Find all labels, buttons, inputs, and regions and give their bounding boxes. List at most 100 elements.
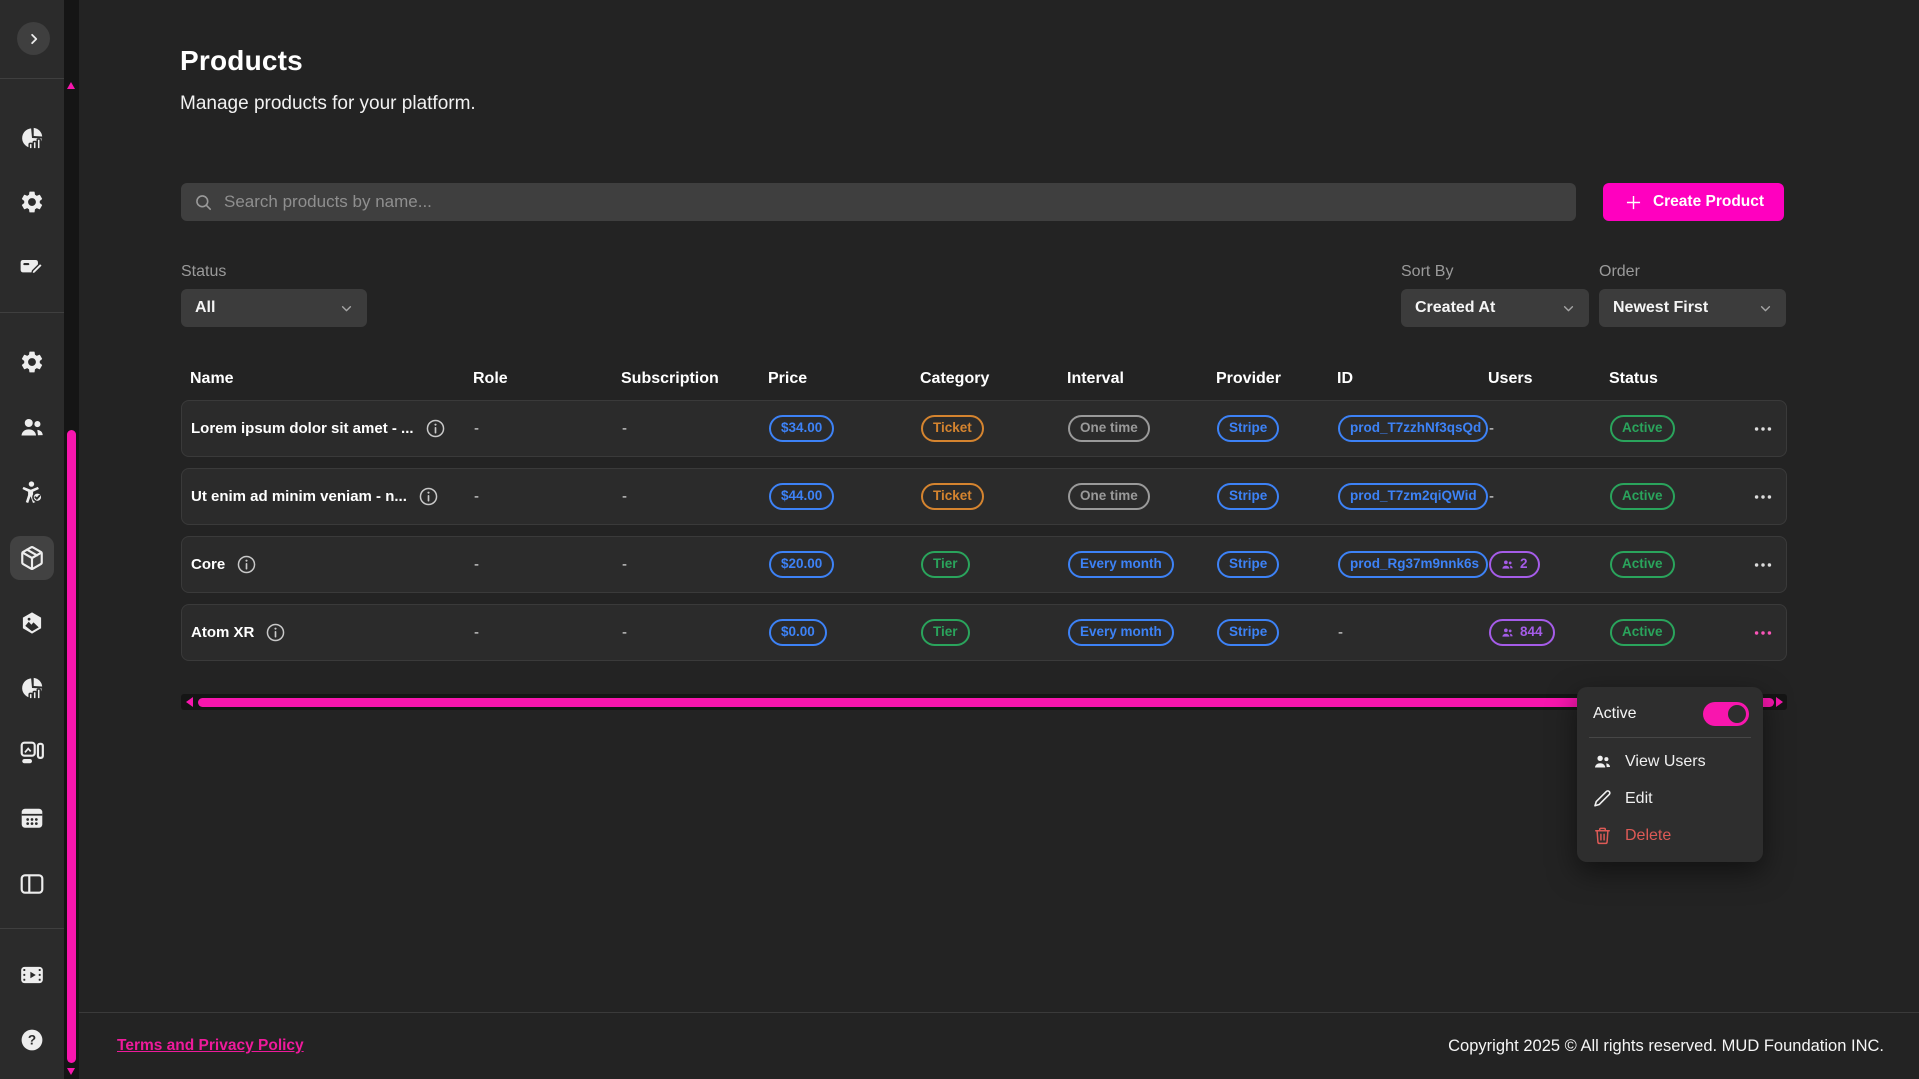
sidebar-item-panel-layout[interactable] bbox=[10, 862, 54, 906]
users-mini-icon bbox=[1593, 752, 1612, 771]
row-actions-button[interactable] bbox=[1752, 486, 1774, 508]
cube-image-icon bbox=[19, 610, 45, 636]
sidebar-expand-button[interactable] bbox=[17, 22, 50, 55]
row-actions-button[interactable] bbox=[1752, 622, 1774, 644]
chevron-down-icon bbox=[1757, 300, 1774, 317]
ellipsis-icon bbox=[1752, 418, 1774, 440]
terms-privacy-link[interactable]: Terms and Privacy Policy bbox=[117, 1037, 304, 1055]
sidebar-divider bbox=[0, 312, 64, 313]
subscription-cell: - bbox=[622, 556, 769, 573]
provider-badge: Stripe bbox=[1217, 551, 1279, 578]
category-cell: Ticket bbox=[921, 483, 1068, 510]
sidebar-item-help[interactable]: ? bbox=[10, 1018, 54, 1062]
menu-item-view-users[interactable]: View Users bbox=[1577, 743, 1763, 780]
category-badge: Ticket bbox=[921, 483, 984, 510]
provider-badge: Stripe bbox=[1217, 619, 1279, 646]
row-actions-button[interactable] bbox=[1752, 554, 1774, 576]
sidebar-item-gear[interactable] bbox=[10, 180, 54, 224]
sidebar-item-film[interactable] bbox=[10, 953, 54, 997]
sidebar-item-gear[interactable] bbox=[10, 340, 54, 384]
table-row: Ut enim ad minim veniam - n...--$44.00Ti… bbox=[181, 468, 1787, 525]
info-icon[interactable] bbox=[418, 486, 439, 507]
layout-media-icon bbox=[19, 740, 45, 766]
svg-text:?: ? bbox=[28, 1033, 36, 1048]
card-edit-icon bbox=[19, 254, 45, 280]
calendar-icon bbox=[19, 805, 45, 831]
info-icon[interactable] bbox=[236, 554, 257, 575]
status-filter-select[interactable]: All bbox=[181, 289, 367, 327]
pencil-icon bbox=[1593, 789, 1612, 808]
trash-icon bbox=[1593, 826, 1612, 845]
info-icon[interactable] bbox=[425, 418, 446, 439]
actions-cell bbox=[1738, 554, 1786, 576]
scroll-up-arrow-icon[interactable] bbox=[67, 82, 75, 89]
sidebar-item-users[interactable] bbox=[10, 405, 54, 449]
subscription-cell: - bbox=[622, 624, 769, 641]
active-toggle-label: Active bbox=[1593, 705, 1637, 723]
horizontal-scrollbar-thumb[interactable] bbox=[198, 698, 1774, 707]
scroll-left-arrow-icon[interactable] bbox=[186, 697, 193, 707]
products-page: { "page": { "title": "Products", "subtit… bbox=[0, 0, 1919, 1079]
scroll-down-arrow-icon[interactable] bbox=[67, 1068, 75, 1075]
pie-chart-bars-icon bbox=[19, 125, 45, 151]
order-select[interactable]: Newest First bbox=[1599, 289, 1786, 327]
sidebar-item-card-edit[interactable] bbox=[10, 245, 54, 289]
menu-item-delete[interactable]: Delete bbox=[1577, 817, 1763, 854]
chevron-down-icon bbox=[338, 300, 355, 317]
create-product-button[interactable]: Create Product bbox=[1603, 183, 1784, 221]
sidebar-item-calendar[interactable] bbox=[10, 796, 54, 840]
product-name-cell: Ut enim ad minim veniam - n... bbox=[191, 486, 474, 507]
active-toggle[interactable] bbox=[1703, 702, 1749, 726]
table-header-row: NameRoleSubscriptionPriceCategoryInterva… bbox=[181, 358, 1787, 400]
product-name: Core bbox=[191, 556, 225, 573]
status-cell: Active bbox=[1610, 415, 1738, 442]
gear-icon bbox=[19, 349, 45, 375]
role-cell: - bbox=[474, 420, 622, 437]
interval-badge: One time bbox=[1068, 415, 1150, 442]
price-cell: $44.00 bbox=[769, 483, 921, 510]
sidebar-item-pie-chart-bars[interactable] bbox=[10, 666, 54, 710]
info-icon bbox=[425, 418, 446, 439]
category-badge: Tier bbox=[921, 551, 970, 578]
product-name: Ut enim ad minim veniam - n... bbox=[191, 488, 407, 505]
actions-cell bbox=[1738, 418, 1786, 440]
id-cell: prod_T7zm2qiQWid bbox=[1338, 483, 1489, 510]
sidebar-scrollbar[interactable] bbox=[64, 0, 79, 1079]
chevron-down-icon bbox=[1560, 300, 1577, 317]
sidebar: ? bbox=[0, 0, 64, 1079]
status-cell: Active bbox=[1610, 551, 1738, 578]
interval-badge: Every month bbox=[1068, 619, 1174, 646]
column-header-category: Category bbox=[920, 370, 1067, 388]
info-icon[interactable] bbox=[265, 622, 286, 643]
table-horizontal-scrollbar[interactable] bbox=[181, 694, 1787, 710]
interval-cell: One time bbox=[1068, 415, 1217, 442]
sidebar-item-layout-media[interactable] bbox=[10, 731, 54, 775]
row-context-menu: Active View UsersEditDelete bbox=[1577, 687, 1763, 862]
column-header-name: Name bbox=[190, 370, 473, 388]
order-value: Newest First bbox=[1613, 299, 1708, 317]
sidebar-item-person-check[interactable] bbox=[10, 470, 54, 514]
sort-by-select[interactable]: Created At bbox=[1401, 289, 1589, 327]
active-toggle-row: Active bbox=[1577, 694, 1763, 736]
search-icon bbox=[194, 193, 213, 212]
column-header-interval: Interval bbox=[1067, 370, 1216, 388]
status-badge: Active bbox=[1610, 551, 1675, 578]
sidebar-item-cube-image[interactable] bbox=[10, 601, 54, 645]
products-table: NameRoleSubscriptionPriceCategoryInterva… bbox=[181, 358, 1787, 672]
status-cell: Active bbox=[1610, 483, 1738, 510]
row-actions-button[interactable] bbox=[1752, 418, 1774, 440]
interval-badge: Every month bbox=[1068, 551, 1174, 578]
sidebar-item-pie-chart-bars[interactable] bbox=[10, 116, 54, 160]
table-row: Core--$20.00TierEvery monthStripeprod_Rg… bbox=[181, 536, 1787, 593]
sidebar-header bbox=[0, 0, 64, 79]
scroll-right-arrow-icon[interactable] bbox=[1776, 697, 1783, 707]
sidebar-item-package[interactable] bbox=[10, 536, 54, 580]
provider-cell: Stripe bbox=[1217, 619, 1338, 646]
search-input[interactable] bbox=[222, 191, 1563, 213]
menu-item-edit[interactable]: Edit bbox=[1577, 780, 1763, 817]
column-header-users: Users bbox=[1488, 370, 1609, 388]
provider-cell: Stripe bbox=[1217, 551, 1338, 578]
sidebar-scrollbar-thumb[interactable] bbox=[67, 430, 76, 1063]
price-badge: $44.00 bbox=[769, 483, 834, 510]
pie-chart-bars-icon bbox=[19, 675, 45, 701]
